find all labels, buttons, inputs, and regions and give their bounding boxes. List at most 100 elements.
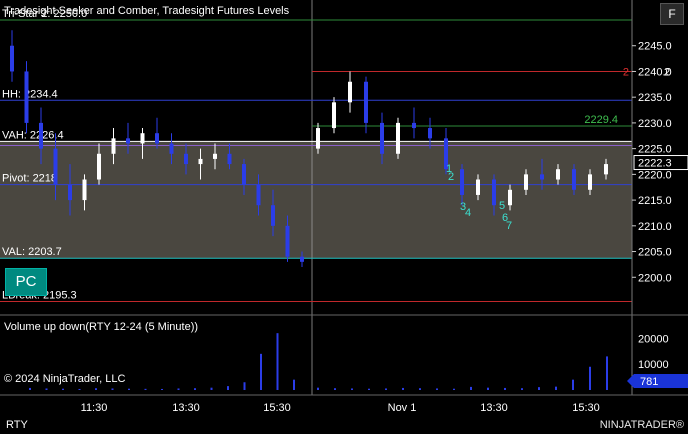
day1-candle-body-13 [198, 158, 203, 165]
day1-volume-bar-14 [260, 353, 262, 390]
day1-candle-body-5 [82, 179, 87, 201]
pc-button[interactable]: PC [5, 268, 47, 296]
price-tick-9: 2245.0 [638, 41, 672, 53]
day2-volume-bar-8 [453, 388, 455, 390]
day1-volume-bar-6 [128, 388, 130, 390]
volume-panel-title: Volume up down(RTY 12-24 (5 Minute)) [4, 321, 198, 333]
day2-volume-bar-4 [385, 388, 387, 390]
day2-candle-body-11 [492, 179, 496, 206]
price-axis-red-marker: 2 [664, 66, 670, 78]
value-area-band [0, 141, 632, 259]
day2-candle-body-1 [332, 102, 336, 129]
day2-volume-bar-6 [419, 388, 421, 390]
chart-svg: Tri-Star 2: 2250.0HH: 2234.4VAH: 2226.4P… [0, 0, 688, 431]
day1-volume-bar-7 [144, 388, 147, 390]
level-red-marker: 2 [623, 66, 629, 78]
day1-candle-body-20 [300, 256, 304, 262]
ninjatrader-brand: NINJATRADER® [600, 419, 684, 431]
day1-candle-body-3 [53, 148, 58, 185]
day1-volume-bar-8 [161, 388, 163, 390]
day1-volume-bar-16 [293, 379, 295, 390]
day2-volume-bar-1 [334, 388, 336, 390]
day1-volume-bar-1 [45, 388, 48, 390]
day1-volume-bar-2 [62, 388, 64, 390]
signal-label-4: 5 [499, 200, 505, 212]
signal-label-3: 4 [465, 207, 471, 219]
price-tick-3: 2215.0 [638, 195, 672, 207]
day1-volume-bar-13 [243, 382, 246, 390]
day2-volume-bar-9 [470, 386, 472, 390]
day1-candle-body-1 [24, 71, 29, 123]
price-tick-4: 2220.0 [638, 169, 672, 181]
day1-candle-body-18 [271, 205, 275, 226]
day2-candle-body-15 [556, 169, 560, 180]
day2-candle-body-0 [316, 128, 320, 149]
day1-candle-body-14 [213, 153, 217, 159]
price-tick-2: 2210.0 [638, 221, 672, 233]
day2-candle-body-2 [348, 81, 352, 103]
day2-candle-body-4 [380, 122, 384, 154]
day2-volume-bar-14 [555, 386, 557, 390]
price-tick-7: 2235.0 [638, 92, 672, 104]
day1-volume-bar-12 [227, 386, 229, 390]
level-label-6: Pivot: 2218 [2, 173, 57, 185]
day2-candle-body-7 [428, 128, 432, 139]
level-green-value: 2229.4 [584, 114, 618, 126]
price-tick-6: 2230.0 [638, 118, 672, 130]
day1-candle-body-2 [39, 122, 43, 149]
chart-trader-f-button[interactable]: F [660, 3, 684, 25]
day2-volume-bar-7 [436, 388, 438, 390]
day1-candle-body-11 [169, 143, 174, 154]
day1-volume-bar-10 [194, 388, 196, 390]
time-tick-4: 13:30 [480, 402, 508, 414]
day2-volume-bar-11 [504, 387, 506, 390]
volume-tick-1: 20000 [638, 333, 669, 345]
level-label-2: HH: 2234.4 [2, 88, 58, 100]
day2-candle-body-13 [524, 174, 528, 190]
day1-candle-body-9 [140, 133, 145, 144]
day1-candle-body-19 [285, 225, 290, 257]
day2-volume-bar-13 [538, 387, 540, 390]
day2-candle-body-17 [588, 174, 592, 190]
day2-candle-body-12 [508, 189, 512, 206]
day1-volume-bar-4 [95, 388, 97, 390]
day2-candle-body-16 [572, 169, 576, 190]
signal-label-1: 2 [448, 171, 454, 183]
day2-volume-bar-16 [589, 366, 591, 390]
day2-volume-bar-15 [572, 379, 574, 390]
day1-candle-body-6 [97, 153, 101, 180]
day1-candle-body-8 [126, 138, 130, 144]
day2-volume-bar-0 [317, 387, 319, 390]
day1-volume-bar-0 [29, 387, 31, 390]
price-tick-1: 2205.0 [638, 247, 672, 259]
day2-volume-bar-2 [351, 388, 353, 390]
level-label-4: VAH: 2226.4 [2, 129, 64, 141]
day1-candle-body-7 [111, 138, 116, 154]
day1-candle-body-10 [155, 133, 159, 144]
day1-candle-body-15 [227, 153, 232, 165]
price-tick-0: 2200.0 [638, 272, 672, 284]
day2-candle-body-9 [460, 169, 464, 195]
day1-volume-bar-5 [111, 388, 114, 390]
time-tick-3: Nov 1 [388, 402, 417, 414]
last-price-label: 2222.3 [638, 158, 672, 170]
day1-volume-bar-15 [276, 333, 279, 390]
day2-candle-body-6 [412, 122, 416, 129]
day2-candle-body-10 [476, 179, 480, 195]
time-tick-1: 13:30 [172, 402, 200, 414]
day1-candle-body-0 [10, 45, 14, 72]
time-tick-0: 11:30 [81, 402, 108, 414]
chart-title: Tradesight Seeker and Comber, Tradesight… [4, 5, 290, 17]
day1-candle-body-4 [68, 184, 72, 201]
day2-volume-bar-5 [402, 387, 404, 390]
time-tick-2: 15:30 [263, 402, 291, 414]
day1-volume-bar-3 [78, 388, 81, 390]
day2-candle-body-14 [540, 174, 544, 180]
volume-tick-0: 10000 [638, 359, 669, 371]
level-label-7: VAL: 2203.7 [2, 246, 62, 258]
day1-volume-bar-9 [177, 388, 180, 390]
time-tick-5: 15:30 [572, 402, 600, 414]
day2-volume-bar-17 [606, 356, 608, 390]
day2-volume-bar-3 [368, 388, 370, 390]
day1-candle-body-17 [256, 184, 261, 206]
